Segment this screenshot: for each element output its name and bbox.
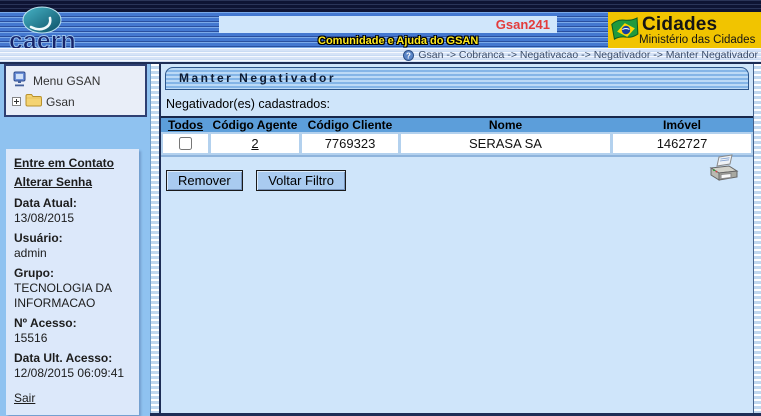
cell-nome: SERASA SA	[401, 134, 610, 153]
sidebar: Menu GSAN Gsan	[0, 64, 150, 416]
computer-icon	[12, 71, 27, 90]
breadcrumb: Gsan -> Cobranca -> Negativacao -> Negat…	[418, 49, 758, 61]
printer-icon[interactable]	[707, 154, 740, 190]
contact-link[interactable]: Entre em Contato	[14, 156, 137, 171]
tree-node-label: Gsan	[46, 95, 75, 109]
change-password-link[interactable]: Alterar Senha	[14, 175, 137, 190]
top-bar	[0, 0, 761, 12]
col-codigo-cliente: Código Cliente	[302, 118, 398, 132]
tree-node-gsan[interactable]: Gsan	[12, 93, 141, 110]
breadcrumb-bar: ? Gsan -> Cobranca -> Negativacao -> Neg…	[0, 48, 761, 62]
ministry-brand: Cidades Ministério das Cidades	[608, 12, 761, 48]
menu-gsan-root[interactable]: Menu GSAN	[12, 71, 141, 90]
expand-plus-icon[interactable]	[12, 95, 21, 109]
menu-tree-box: Menu GSAN Gsan	[4, 64, 147, 117]
table-row: 2 7769323 SERASA SA 1462727	[161, 132, 753, 157]
version-label: Gsan241	[219, 16, 557, 33]
select-row-checkbox[interactable]	[179, 137, 192, 150]
right-gutter	[753, 64, 761, 416]
cell-imovel: 1462727	[613, 134, 751, 153]
folder-icon	[25, 93, 42, 110]
info-user: Usuário: admin	[14, 231, 137, 261]
row-checkbox-cell	[163, 134, 208, 153]
main-panel: Manter Negativador Negativador(es) cadas…	[161, 64, 753, 413]
cell-codigo-cliente: 7769323	[302, 134, 398, 153]
remover-button[interactable]: Remover	[166, 170, 243, 191]
page-title: Manter Negativador	[165, 67, 749, 90]
agent-code-link[interactable]: 2	[251, 134, 258, 153]
gsan-page: caern Gsan241 Comunidade e Ajuda do GSAN…	[0, 0, 761, 416]
brand-subtitle: Ministério das Cidades	[639, 34, 755, 46]
community-help-link[interactable]: Comunidade e Ajuda do GSAN	[318, 35, 478, 47]
table-header-row: Todos Código Agente Código Cliente Nome …	[161, 116, 753, 132]
select-all-header[interactable]: Todos	[163, 118, 208, 132]
col-imovel: Imóvel	[613, 118, 751, 132]
info-last-access: Data Ult. Acesso: 12/08/2015 06:09:41	[14, 351, 137, 381]
list-caption: Negativador(es) cadastrados:	[166, 97, 753, 111]
brazil-flag-icon	[610, 15, 642, 50]
left-gutter	[150, 64, 159, 416]
logout-link[interactable]: Sair	[14, 391, 137, 406]
menu-title: Menu GSAN	[33, 74, 100, 88]
brand-title: Cidades	[642, 14, 717, 36]
info-group: Grupo: TECNOLOGIA DA INFORMACAO	[14, 266, 137, 311]
col-codigo-agente: Código Agente	[211, 118, 299, 132]
svg-text:?: ?	[406, 51, 411, 60]
cell-codigo-agente: 2	[211, 134, 299, 153]
action-buttons: Remover Voltar Filtro	[166, 170, 753, 191]
voltar-filtro-button[interactable]: Voltar Filtro	[256, 170, 346, 191]
info-access-number: Nº Acesso: 15516	[14, 316, 137, 346]
info-current-date: Data Atual: 13/08/2015	[14, 196, 137, 226]
session-info-box: Entre em Contato Alterar Senha Data Atua…	[6, 149, 139, 415]
col-nome: Nome	[401, 118, 610, 132]
help-icon[interactable]: ?	[403, 50, 414, 61]
